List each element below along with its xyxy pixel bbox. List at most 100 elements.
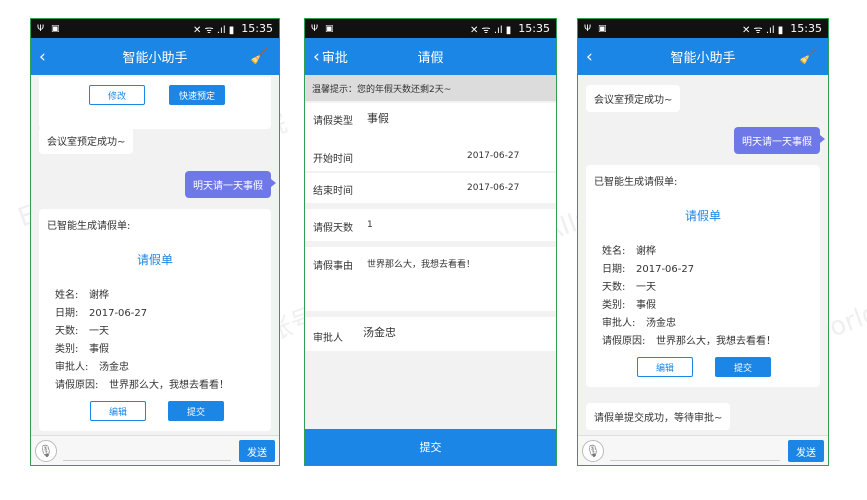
field-label: 请假原因: [602, 336, 646, 347]
submit-button[interactable]: 提交 [305, 429, 556, 465]
page-title: 智能小助手 [670, 51, 736, 66]
submit-button[interactable]: 提交 [168, 401, 224, 421]
booking-success-message: 会议室预定成功~ [586, 85, 681, 112]
back-button[interactable]: ‹ [586, 38, 595, 75]
modify-button[interactable]: 修改 [89, 85, 145, 105]
chevron-left-icon: ‹ [586, 46, 593, 67]
approver-row[interactable]: 审批人 汤金忠 [305, 317, 556, 351]
input-bar: 🎙 发送 [578, 435, 828, 465]
signal-icons: ✕ ᯤ .ıl ▮ [193, 24, 235, 36]
edit-button[interactable]: 编辑 [637, 357, 693, 377]
field-label: 姓名: [55, 290, 79, 301]
field-row: 请假原因: 世界那么大，我想去看看！ [55, 376, 229, 391]
field-label: 类别: [602, 300, 626, 311]
title-bar: ‹ 审批 请假 [305, 38, 556, 75]
send-button[interactable]: 发送 [239, 440, 275, 462]
status-bar: Ψ ▣ ✕ ᯤ .ıl ▮ 15:35 [578, 19, 828, 38]
field-row: 审批人: 汤金忠 [55, 358, 129, 373]
leave-reason-label: 请假事由 [313, 261, 353, 272]
field-value: 事假 [89, 344, 109, 355]
status-bar: Ψ ▣ ✕ ᯤ .ıl ▮ 15:35 [305, 19, 556, 38]
card-title: 请假单 [684, 209, 721, 223]
leave-reason-row[interactable]: 请假事由 世界那么大，我想去看看！ [305, 247, 556, 311]
title-bar: ‹ 智能小助手 🧹 [578, 38, 828, 75]
field-label: 日期: [602, 264, 626, 275]
field-row: 类别: 事假 [55, 340, 109, 355]
signal-icons: ✕ ᯤ .ıl ▮ [742, 24, 784, 36]
start-time-row[interactable]: 开始时间 2017-06-27 [305, 141, 556, 171]
field-row: 类别: 事假 [602, 296, 656, 311]
chevron-left-icon: ‹ [313, 46, 320, 67]
leave-days-row[interactable]: 请假天数 1 [305, 209, 556, 241]
field-label: 请假原因: [55, 380, 99, 391]
field-row: 请假原因: 世界那么大，我想去看看！ [602, 332, 776, 347]
title-bar: ‹ 智能小助手 🧹 [31, 38, 279, 75]
field-row: 日期: 2017-06-27 [602, 260, 694, 275]
field-label: 审批人: [55, 362, 89, 373]
notification-icons: Ψ ▣ [311, 23, 336, 34]
card-intro: 已智能生成请假单: [47, 221, 131, 232]
broom-icon[interactable]: 🧹 [799, 47, 818, 65]
leave-card: 已智能生成请假单: 请假单 姓名: 谢桦 日期: 2017-06-27 天数: 一天 … [39, 209, 271, 431]
leave-days-value: 1 [367, 220, 373, 230]
approver-value: 汤金忠 [363, 326, 396, 339]
field-label: 天数: [602, 282, 626, 293]
field-row: 天数: 一天 [55, 322, 109, 337]
input-bar: 🎙 发送 [31, 435, 279, 465]
user-message: 明天请一天事假 [734, 127, 825, 154]
user-message: 明天请一天事假 [185, 171, 276, 198]
end-time-value: 2017-06-27 [467, 183, 520, 193]
field-row: 天数: 一天 [602, 278, 656, 293]
back-button[interactable]: ‹ [39, 38, 48, 75]
field-row: 姓名: 谢桦 [55, 286, 109, 301]
booking-card: 修改 快速预定 [39, 77, 271, 129]
signal-icons: ✕ ᯤ .ıl ▮ [470, 24, 512, 36]
field-value: 一天 [636, 282, 656, 293]
card-intro: 已智能生成请假单: [594, 177, 678, 188]
card-title: 请假单 [136, 253, 173, 267]
end-time-row[interactable]: 结束时间 2017-06-27 [305, 173, 556, 203]
phone-leave-form: Ψ ▣ ✕ ᯤ .ıl ▮ 15:35 ‹ 审批 请假 温馨提示：您的年假天数还剩… [304, 18, 557, 466]
end-time-label: 结束时间 [313, 186, 353, 197]
phone-chat-after-submit: Ψ ▣ ✕ ᯤ .ıl ▮ 15:35 ‹ 智能小助手 🧹 会议室预定成功~ 明… [577, 18, 829, 466]
field-label: 日期: [55, 308, 79, 319]
field-value: 2017-06-27 [636, 264, 695, 275]
field-value: 汤金忠 [99, 362, 129, 373]
booking-success-message: 会议室预定成功~ [39, 127, 134, 154]
leave-reason-value: 世界那么大，我想去看看！ [367, 260, 476, 270]
field-value: 世界那么大，我想去看看！ [109, 380, 229, 391]
microphone-icon[interactable]: 🎙 [35, 440, 57, 462]
field-row: 审批人: 汤金忠 [602, 314, 676, 329]
status-time: 15:35 [790, 22, 822, 35]
start-time-label: 开始时间 [313, 154, 353, 165]
page-title: 请假 [417, 51, 444, 66]
field-value: 世界那么大，我想去看看！ [656, 336, 776, 347]
status-time: 15:35 [518, 22, 550, 35]
field-row: 姓名: 谢桦 [602, 242, 656, 257]
chevron-left-icon: ‹ [39, 46, 46, 67]
field-value: 谢桦 [636, 246, 656, 257]
message-input[interactable] [610, 441, 780, 461]
send-button[interactable]: 发送 [788, 440, 824, 462]
status-bar: Ψ ▣ ✕ ᯤ .ıl ▮ 15:35 [31, 19, 279, 38]
back-button[interactable]: ‹ 审批 [313, 38, 348, 75]
quick-book-button[interactable]: 快速预定 [169, 85, 225, 105]
page-title: 智能小助手 [122, 51, 188, 66]
message-input[interactable] [63, 441, 231, 461]
field-value: 2017-06-27 [89, 308, 148, 319]
notice-banner: 温馨提示：您的年假天数还剩2天~ [305, 75, 556, 101]
field-label: 类别: [55, 344, 79, 355]
phone-chat-before-submit: Ψ ▣ ✕ ᯤ .ıl ▮ 15:35 ‹ 智能小助手 🧹 修改 快速预定 会议… [30, 18, 280, 466]
broom-icon[interactable]: 🧹 [250, 47, 269, 65]
submit-button[interactable]: 提交 [715, 357, 771, 377]
microphone-icon[interactable]: 🎙 [582, 440, 604, 462]
notification-icons: Ψ ▣ [584, 23, 609, 34]
field-value: 一天 [89, 326, 109, 337]
field-value: 谢桦 [89, 290, 109, 301]
edit-button[interactable]: 编辑 [90, 401, 146, 421]
status-time: 15:35 [241, 22, 273, 35]
field-label: 姓名: [602, 246, 626, 257]
field-label: 审批人: [602, 318, 636, 329]
leave-type-value: 事假 [367, 112, 389, 125]
field-label: 天数: [55, 326, 79, 337]
